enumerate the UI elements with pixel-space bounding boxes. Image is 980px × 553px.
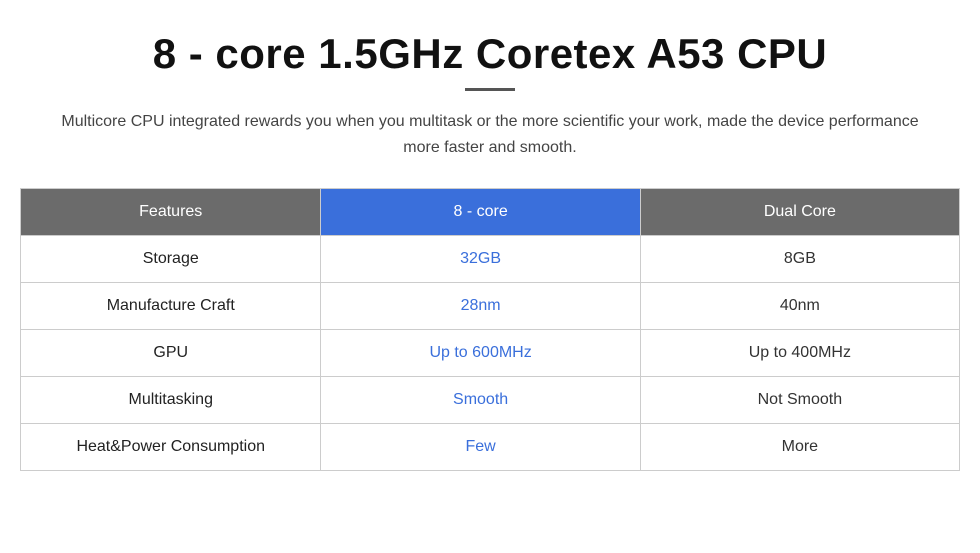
row-label: Heat&Power Consumption bbox=[21, 424, 321, 471]
row-label: Storage bbox=[21, 236, 321, 283]
row-value-8core: Few bbox=[321, 424, 640, 471]
row-value-dualcore: 40nm bbox=[640, 283, 959, 330]
row-value-dualcore: 8GB bbox=[640, 236, 959, 283]
comparison-table: Features 8 - core Dual Core Storage32GB8… bbox=[20, 188, 960, 471]
row-label: Multitasking bbox=[21, 377, 321, 424]
row-value-8core: Up to 600MHz bbox=[321, 330, 640, 377]
table-row: Heat&Power ConsumptionFewMore bbox=[21, 424, 960, 471]
header-dualcore: Dual Core bbox=[640, 189, 959, 236]
header-features: Features bbox=[21, 189, 321, 236]
row-value-8core: 28nm bbox=[321, 283, 640, 330]
table-row: Manufacture Craft28nm40nm bbox=[21, 283, 960, 330]
table-row: MultitaskingSmoothNot Smooth bbox=[21, 377, 960, 424]
table-header-row: Features 8 - core Dual Core bbox=[21, 189, 960, 236]
table-row: Storage32GB8GB bbox=[21, 236, 960, 283]
row-value-dualcore: Up to 400MHz bbox=[640, 330, 959, 377]
header-8core: 8 - core bbox=[321, 189, 640, 236]
row-label: Manufacture Craft bbox=[21, 283, 321, 330]
table-row: GPUUp to 600MHzUp to 400MHz bbox=[21, 330, 960, 377]
row-value-dualcore: Not Smooth bbox=[640, 377, 959, 424]
row-label: GPU bbox=[21, 330, 321, 377]
row-value-8core: Smooth bbox=[321, 377, 640, 424]
page-subtitle: Multicore CPU integrated rewards you whe… bbox=[55, 109, 925, 160]
title-divider bbox=[465, 88, 515, 91]
row-value-8core: 32GB bbox=[321, 236, 640, 283]
page-title: 8 - core 1.5GHz Coretex A53 CPU bbox=[153, 30, 828, 78]
row-value-dualcore: More bbox=[640, 424, 959, 471]
